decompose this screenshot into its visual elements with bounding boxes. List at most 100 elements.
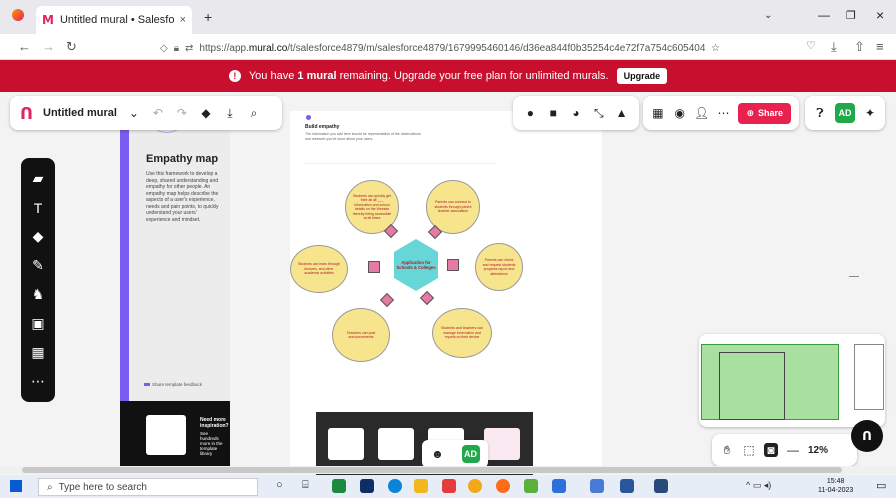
windows-start-icon[interactable] [10, 480, 22, 492]
mural-logo-icon[interactable]: ᑎ [20, 104, 33, 123]
voting-icon[interactable]: ■ [546, 106, 560, 120]
outline-icon[interactable]: ▦ [651, 106, 665, 120]
close-tab-icon[interactable]: × [180, 14, 186, 26]
template-thumbnail[interactable] [146, 415, 186, 455]
inspiration-text: Need more inspiration? See hundreds more … [200, 417, 229, 456]
mural-title[interactable]: Untitled mural [43, 107, 117, 119]
undo-icon[interactable]: ↶ [151, 106, 165, 120]
mural-assistant-button[interactable]: ᑎ [851, 420, 883, 452]
pen-icon[interactable]: ✎ [31, 257, 45, 273]
reload-icon[interactable]: ↻ [66, 39, 77, 55]
clock-date: 11-04-2023 [818, 487, 854, 494]
app-icon-5[interactable] [590, 479, 604, 493]
avatar[interactable]: AD [835, 103, 855, 123]
private-mode-icon[interactable]: ◕ [569, 106, 583, 120]
app-icon-4[interactable] [552, 479, 566, 493]
app-icon-2[interactable] [442, 479, 456, 493]
laser-pointer-icon[interactable]: ⤡ [592, 106, 606, 120]
timer-icon[interactable]: ● [523, 106, 537, 120]
template-card-1[interactable] [328, 428, 364, 460]
connector-square-e[interactable] [447, 259, 459, 271]
taskbar-clock[interactable]: 15:48 11-04-2023 [818, 477, 853, 495]
text-icon[interactable]: T [31, 200, 45, 216]
summon-icon[interactable]: ▲ [615, 106, 629, 120]
sparkle-icon[interactable]: ✦ [863, 106, 877, 120]
extensions-icon[interactable]: ⇧ [854, 39, 865, 55]
shield-icon[interactable]: ◇ [160, 43, 168, 54]
connector-diamond-sw[interactable] [379, 292, 395, 308]
app-icon-1[interactable] [332, 479, 346, 493]
image-icon[interactable]: ▣ [31, 315, 45, 331]
bubble-3[interactable]: Parents can check and request students p… [475, 243, 523, 291]
menu-icon[interactable]: ≡ [876, 39, 884, 54]
minimize-icon[interactable]: — [818, 8, 830, 22]
template-feedback-link[interactable]: Share template feedback [144, 382, 202, 387]
connector-diamond-se[interactable] [419, 290, 435, 306]
board-marker-icon [306, 115, 311, 120]
hand-icon[interactable]: ✋︎ [720, 443, 734, 457]
app-icon-3[interactable] [524, 479, 538, 493]
new-tab-button[interactable]: + [204, 9, 212, 25]
taskbar-search[interactable]: ⌕ Type here to search [38, 478, 258, 496]
downloads-icon[interactable]: ⤓ [831, 39, 837, 55]
upgrade-button[interactable]: Upgrade [616, 68, 668, 84]
members-icon[interactable]: 👤︎ [694, 106, 709, 120]
shapes-icon[interactable]: ◆ [31, 228, 45, 244]
template-card-2[interactable] [378, 428, 414, 460]
restore-icon[interactable]: ❐ [846, 9, 856, 22]
bookmark-star-icon[interactable]: ☆ [711, 43, 720, 54]
bubble-6[interactable]: Students and teachers can manage informa… [432, 308, 492, 358]
connector-square-w[interactable] [368, 261, 380, 273]
zoom-out-button[interactable]: — [786, 443, 800, 457]
zoom-level[interactable]: 12% [808, 445, 828, 456]
pocket-icon[interactable]: ♡ [806, 39, 816, 52]
eraser-icon[interactable]: ◆ [199, 106, 213, 120]
photoshop-icon[interactable] [360, 479, 374, 493]
search-icon[interactable]: ⌕ [247, 106, 261, 120]
comments-icon[interactable]: ◉ [673, 106, 687, 120]
lock-icon[interactable]: 🔒︎ [174, 43, 179, 54]
chrome-icon[interactable] [468, 479, 482, 493]
firefox-icon[interactable] [12, 9, 24, 21]
reaction-bar: ☻ AD [422, 440, 488, 468]
empathy-map-panel[interactable]: Empathy map Use this framework to develo… [120, 111, 230, 467]
template-card-4[interactable] [484, 428, 520, 460]
browser-tab[interactable]: M Untitled mural • Salesforce × [36, 6, 192, 34]
chevron-down-icon[interactable]: ⌄ [127, 106, 141, 120]
share-button[interactable]: ⊕ Share [738, 102, 791, 124]
minimap-toggle-icon[interactable]: ◙ [764, 443, 778, 457]
photos-icon[interactable] [654, 479, 668, 493]
edge-icon[interactable] [388, 479, 402, 493]
more-icon[interactable]: ⋯ [717, 106, 731, 120]
task-view-icon[interactable]: ○ [276, 479, 283, 491]
export-icon[interactable]: ⤓ [223, 106, 237, 120]
close-window-icon[interactable]: × [876, 7, 884, 23]
bubble-5[interactable]: Teachers can post announcements [332, 308, 390, 362]
templates-icon[interactable]: ▦ [31, 344, 45, 360]
back-icon[interactable]: ← [18, 39, 31, 54]
permissions-icon[interactable]: ⇄ [185, 43, 193, 54]
icons-library-icon[interactable]: ♞ [31, 286, 45, 302]
redo-icon[interactable]: ↷ [175, 106, 189, 120]
address-bar[interactable]: ◇ 🔒︎ ⇄ https://app.mural.co/t/salesforce… [160, 38, 720, 58]
sticky-note-icon[interactable]: ▰ [31, 170, 45, 186]
forward-icon[interactable]: → [42, 39, 55, 54]
more-tools-icon[interactable]: ⋯ [31, 373, 45, 389]
center-hexagon[interactable]: Application for Schools & Colleges [394, 239, 438, 291]
minimap-viewport[interactable] [719, 352, 785, 420]
word-icon[interactable] [620, 479, 634, 493]
help-icon[interactable]: ❓︎ [813, 106, 827, 120]
emoji-icon[interactable]: ☻ [431, 447, 445, 461]
horizontal-scrollbar[interactable] [0, 466, 896, 474]
widgets-icon[interactable]: ⌸ [302, 479, 309, 492]
system-tray-icons[interactable]: ^ ▭ ◂) [746, 480, 771, 491]
select-icon[interactable]: ⬚ [742, 443, 756, 457]
reaction-avatar[interactable]: AD [461, 445, 480, 463]
bubble-4[interactable]: Students can learn through lectures, and… [290, 245, 348, 293]
file-explorer-icon[interactable] [414, 479, 428, 493]
scrollbar-thumb[interactable] [22, 467, 842, 473]
list-tabs-icon[interactable]: ⌄ [764, 10, 772, 21]
notifications-icon[interactable]: ▭ [876, 479, 886, 492]
minimap[interactable] [699, 334, 885, 427]
firefox-taskbar-icon[interactable] [496, 479, 510, 493]
